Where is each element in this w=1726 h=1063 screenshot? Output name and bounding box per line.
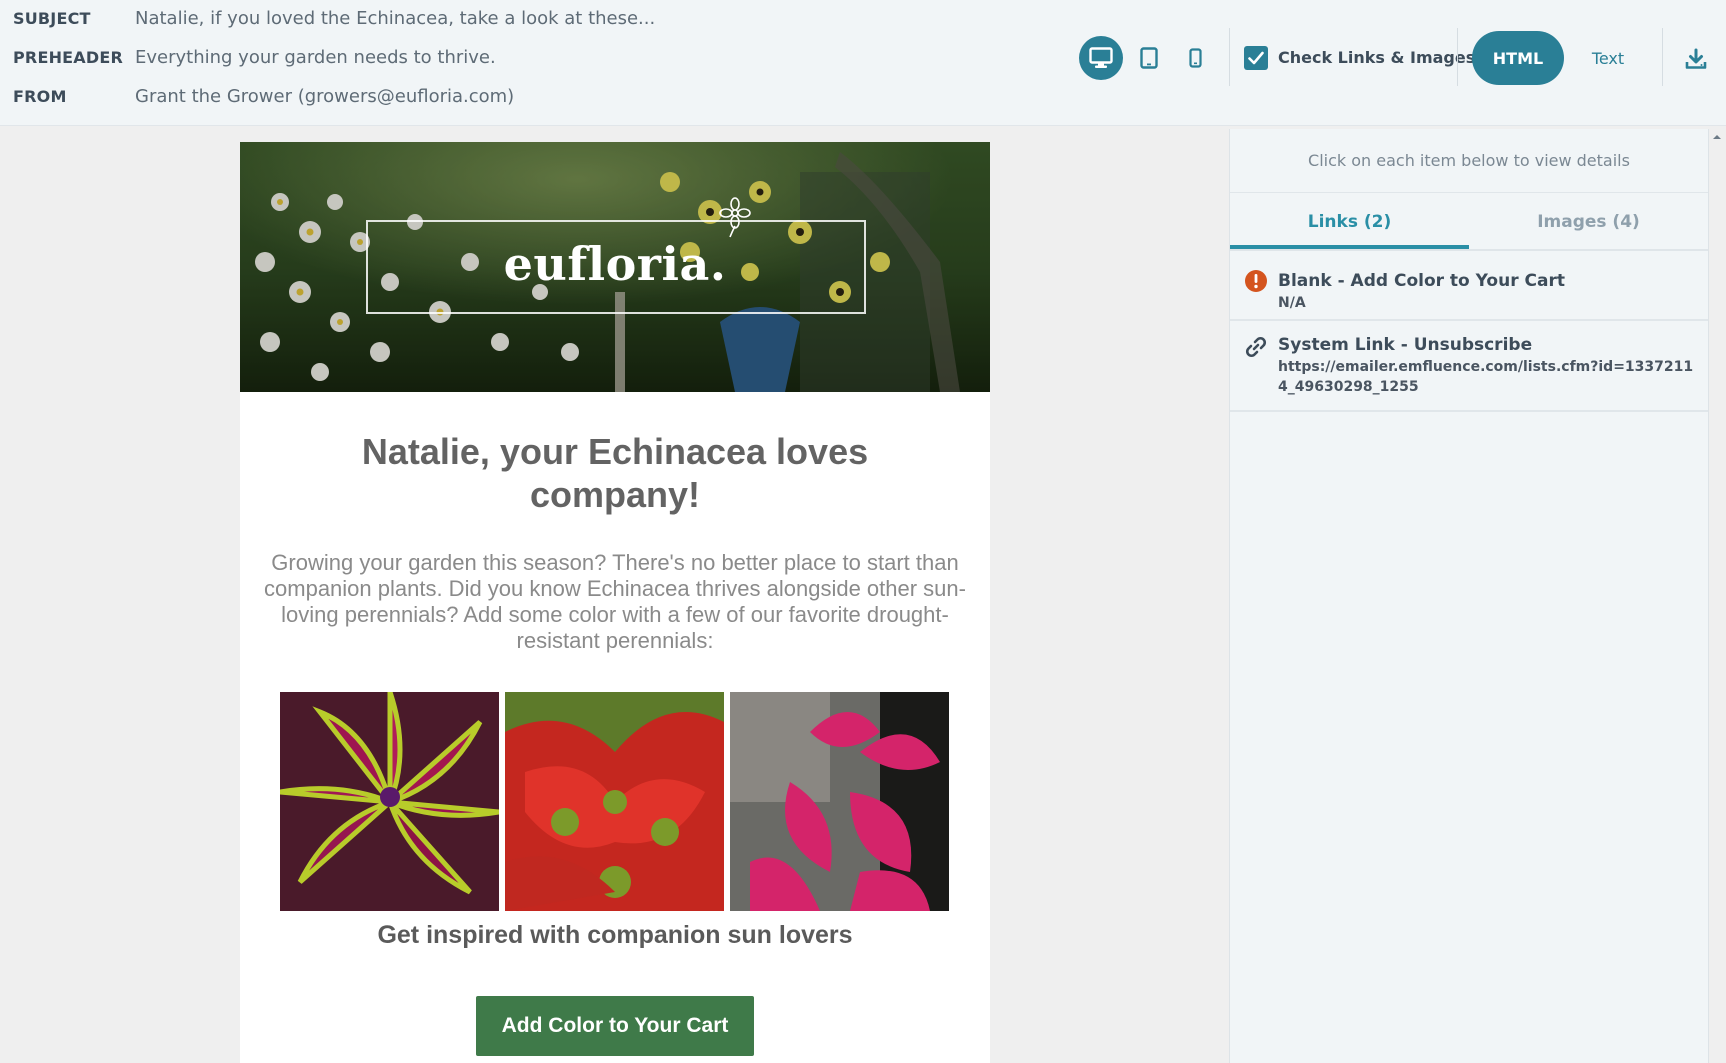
tab-images[interactable]: Images (4) <box>1469 193 1708 251</box>
email-body-text: Growing your garden this season? There's… <box>264 550 966 653</box>
preheader-row: PREHEADER Everything your garden needs t… <box>13 44 496 70</box>
email-body: eufloria. Natalie, your Echinacea loves … <box>240 142 990 1063</box>
toolbar-divider <box>1662 28 1663 86</box>
preheader-label: PREHEADER <box>13 47 124 67</box>
checkmark-icon <box>1248 51 1264 65</box>
link-item-unsubscribe[interactable]: System Link - Unsubscribe https://emaile… <box>1230 321 1708 412</box>
tablet-icon <box>1140 47 1158 69</box>
subject-row: SUBJECT Natalie, if you loved the Echina… <box>13 5 655 31</box>
link-icon <box>1244 335 1268 359</box>
mobile-icon <box>1188 48 1202 68</box>
coleus-image-1 <box>280 692 499 911</box>
check-links-label[interactable]: Check Links & Images <box>1278 46 1475 70</box>
toolbar-divider <box>1457 28 1458 86</box>
toolbar-divider <box>1229 28 1230 86</box>
add-to-cart-button[interactable]: Add Color to Your Cart <box>476 996 754 1056</box>
download-icon <box>1685 48 1707 69</box>
coleus-image-3 <box>730 692 949 911</box>
from-label: FROM <box>13 86 67 106</box>
desktop-icon <box>1089 47 1113 68</box>
panel-instructions: Click on each item below to view details <box>1230 129 1708 193</box>
hero-banner-image: eufloria. <box>240 142 990 392</box>
text-view-button[interactable]: Text <box>1584 31 1632 85</box>
subject-label: SUBJECT <box>13 8 91 28</box>
link-title: System Link - Unsubscribe <box>1278 335 1533 355</box>
from-value: Grant the Grower (growers@eufloria.com) <box>135 85 515 107</box>
html-view-button[interactable]: HTML <box>1472 31 1564 85</box>
preheader-value: Everything your garden needs to thrive. <box>135 46 496 68</box>
email-preview-pane[interactable]: eufloria. Natalie, your Echinacea loves … <box>0 127 1229 1063</box>
flower-icon <box>719 197 751 238</box>
tab-links[interactable]: Links (2) <box>1230 193 1469 251</box>
link-check-panel: Click on each item below to view details… <box>1229 129 1709 1063</box>
brand-logo: eufloria. <box>503 237 727 291</box>
from-row: FROM Grant the Grower (growers@eufloria.… <box>13 83 514 109</box>
email-heading: Natalie, your Echinacea loves company! <box>361 431 869 515</box>
tablet-view-button[interactable] <box>1127 36 1171 80</box>
preview-header: SUBJECT Natalie, if you loved the Echina… <box>0 0 1726 126</box>
scroll-up-arrow-icon[interactable] <box>1712 132 1722 142</box>
warning-icon <box>1244 269 1268 293</box>
desktop-view-button[interactable] <box>1079 36 1123 80</box>
link-url: N/A <box>1278 295 1306 311</box>
link-title: Blank - Add Color to Your Cart <box>1278 271 1565 291</box>
download-button[interactable] <box>1680 44 1712 74</box>
coleus-image-2 <box>505 692 724 911</box>
subject-value: Natalie, if you loved the Echinacea, tak… <box>135 7 656 29</box>
link-item-add-to-cart[interactable]: Blank - Add Color to Your Cart N/A <box>1230 251 1708 321</box>
mobile-view-button[interactable] <box>1173 36 1217 80</box>
image-caption: Get inspired with companion sun lovers <box>377 921 853 949</box>
link-url: https://emailer.emfluence.com/lists.cfm?… <box>1278 359 1694 395</box>
active-tab-indicator <box>1230 245 1469 249</box>
check-links-checkbox[interactable] <box>1244 46 1268 70</box>
